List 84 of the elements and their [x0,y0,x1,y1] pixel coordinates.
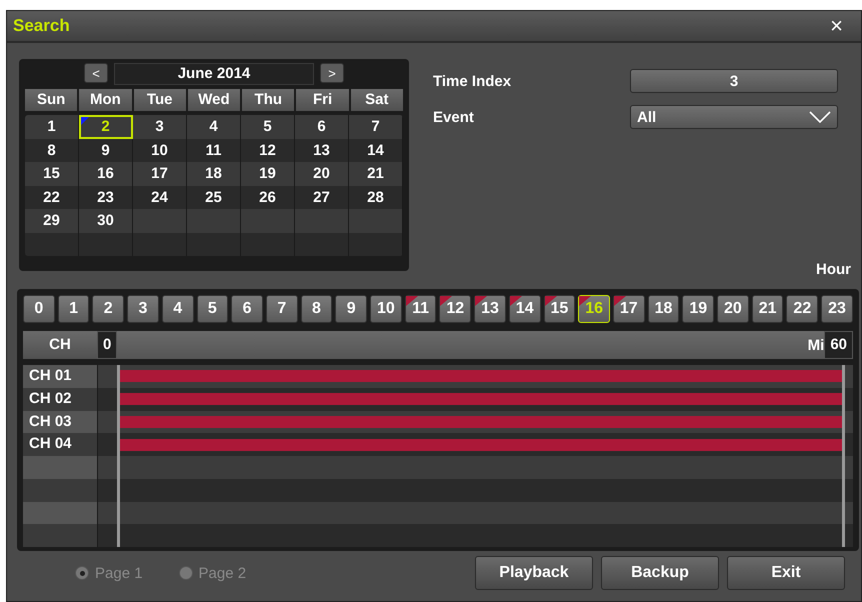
calendar-day[interactable]: 13 [295,138,349,162]
channel-label: CH 01 [23,365,97,388]
calendar-day[interactable]: 10 [133,138,187,162]
hour-button[interactable]: 1 [58,295,90,323]
calendar-day[interactable]: 7 [349,115,403,138]
action-button[interactable]: Backup [601,556,719,590]
hour-button[interactable]: 4 [162,295,194,323]
calendar-day[interactable]: 4 [187,115,241,138]
calendar-day[interactable]: 12 [241,138,295,162]
next-month-button[interactable]: > [320,63,344,83]
hour-button[interactable]: 20 [717,295,749,323]
hour-button[interactable]: 17 [612,295,645,323]
channel-label: CH 03 [23,410,97,434]
hour-button[interactable]: 10 [370,295,402,323]
weekday-header: Fri [296,89,349,111]
hour-button[interactable]: 5 [196,295,228,323]
hour-button[interactable]: 8 [300,295,332,323]
hour-button[interactable]: 14 [508,295,541,323]
weekday-header: Thu [242,89,294,111]
calendar-day[interactable]: 24 [133,186,187,209]
hour-button[interactable]: 7 [266,295,298,323]
weekday-header: Tue [134,89,186,111]
calendar-day[interactable]: 21 [349,162,403,186]
calendar-day[interactable]: 27 [295,186,349,209]
hour-button[interactable]: 23 [821,295,853,323]
minute-slider-track[interactable]: 0 Mi 60 [97,331,853,359]
calendar-day[interactable]: 18 [187,162,241,186]
calendar-day[interactable]: 15 [25,162,79,186]
hour-button[interactable]: 11 [404,295,436,323]
minute-unit-label: Mi [808,336,824,354]
setting-label: Event [433,108,474,126]
hour-label: Hour [816,261,851,278]
calendar-day[interactable]: 6 [295,115,349,138]
channel-column-header: CH [23,331,97,359]
hour-button[interactable]: 2 [92,295,124,323]
calendar-day[interactable]: 14 [349,138,403,162]
calendar-day[interactable]: 9 [79,138,133,162]
calendar-day[interactable]: 8 [25,138,79,162]
hour-button[interactable]: 15 [544,295,576,323]
event-dropdown[interactable]: All [630,105,838,129]
weekday-header: Sat [350,89,403,111]
calendar-day[interactable]: 19 [241,162,295,186]
channel-label: CH 02 [23,388,97,410]
hour-button[interactable]: 19 [682,295,714,323]
weekday-header: Wed [188,89,240,111]
channel-label: CH 04 [23,433,97,456]
calendar-day[interactable]: 3 [133,115,187,138]
calendar-day[interactable]: 28 [349,186,403,209]
chevron-down-icon [809,111,831,123]
window-title: Search [13,16,70,36]
hour-button[interactable]: 3 [127,295,159,323]
hour-button[interactable]: 18 [648,295,680,323]
calendar-day[interactable]: 17 [133,162,187,186]
calendar-day[interactable]: 23 [79,186,133,209]
hour-button[interactable]: 21 [752,295,784,323]
calendar-day[interactable]: 25 [187,186,241,209]
calendar-day[interactable]: 2 [79,115,133,138]
start-minute-handle[interactable]: 0 [97,331,118,359]
hour-button[interactable]: 6 [231,295,263,323]
setting-label: Time Index [433,72,512,90]
previous-month-button[interactable]: < [84,63,108,83]
hour-button[interactable]: 9 [335,295,368,323]
close-button[interactable]: × [830,13,843,39]
calendar-day[interactable]: 5 [241,115,295,138]
weekday-header: Sun [25,89,78,111]
calendar-day[interactable]: 29 [25,209,79,232]
end-minute-handle[interactable]: 60 [824,331,853,359]
month-label: June 2014 [114,63,314,85]
hour-button[interactable]: 0 [23,295,55,323]
weekday-header: Mon [79,89,132,111]
calendar-day[interactable]: 26 [241,186,295,209]
hour-button[interactable]: 16 [578,295,610,323]
calendar-day[interactable]: 16 [79,162,133,186]
action-button[interactable]: Exit [727,556,845,590]
calendar-day[interactable]: 22 [25,186,79,209]
hour-button[interactable]: 13 [474,295,506,323]
calendar-day[interactable]: 30 [79,209,133,232]
hour-button[interactable]: 22 [786,295,818,323]
action-button[interactable]: Playback [475,556,593,590]
time-index-button[interactable]: 3 [630,69,838,93]
calendar-day[interactable]: 20 [295,162,349,186]
calendar-day[interactable]: 11 [187,138,241,162]
hour-button[interactable]: 12 [439,295,472,323]
calendar-day[interactable]: 1 [25,115,79,138]
